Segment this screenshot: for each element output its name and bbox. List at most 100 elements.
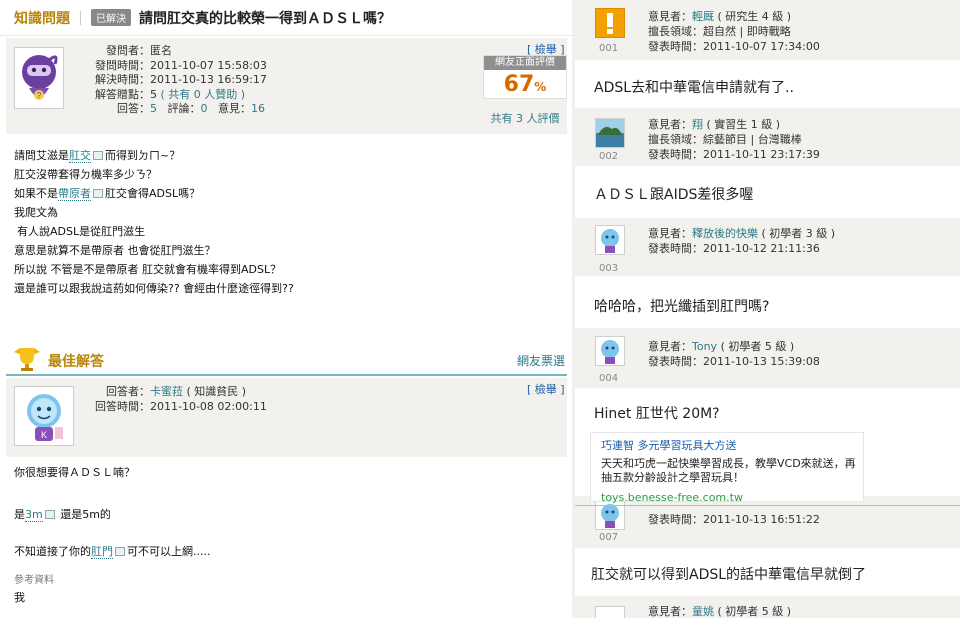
qline-3b: 肛交會得ADSL嗎？	[105, 187, 201, 200]
keyword-link-anus[interactable]: 肛門	[91, 545, 113, 559]
aline-1: 你很想要得ＡＤＳＬ喃？	[14, 466, 135, 479]
blue-character-icon	[601, 340, 619, 364]
answers-label: 回答：	[117, 102, 150, 115]
keyword-link-carrier[interactable]: 帶原者	[58, 187, 91, 201]
opinion-meta: 意見者：輕厩 ( 研究生 4 級 ) 擅長領域：超自然 | 即時戰略 發表時間：…	[648, 10, 820, 53]
page-title: 請問肛交真的比較榮一得到ＡＤＳＬ嗎？	[139, 10, 391, 27]
section-label[interactable]: 知識問題	[14, 8, 70, 28]
qline-7: 所以說 不管是不是帶原者 肛交就會有機率得到ADSL？	[14, 263, 282, 276]
opinions-label: 意見：	[218, 102, 251, 115]
opinions-count: 16	[251, 102, 265, 115]
qline-3a: 如果不是	[14, 187, 58, 200]
qline-6: 意思是就算不是帶原者 也會從肛門滋生？	[14, 244, 216, 257]
vote-link[interactable]: 網友票選	[517, 352, 565, 369]
trophy-icon	[14, 348, 40, 371]
answerer-level: ( 知識貧民 )	[186, 385, 247, 398]
answer-time-label: 回答時間：	[95, 399, 150, 413]
solved-time-value: 2011-10-13 16:59:17	[150, 73, 267, 86]
answerer-avatar: K	[14, 386, 74, 446]
ad-body: 天天和巧虎一起快樂學習成長，教學VCD來就送，再抽五款分齡設計之學習玩具！	[601, 457, 856, 484]
blue-character-icon	[601, 229, 619, 253]
asked-time-value: 2011-10-07 15:58:03	[150, 58, 267, 72]
best-answer-header: 最佳解答 網友票選	[6, 342, 567, 376]
solved-time-label: 解決時間：	[95, 73, 150, 86]
comments-count: 0	[200, 102, 208, 115]
opinion-meta: 意見者：翔 ( 實習生 1 級 ) 擅長領域：綜藝節目 | 台灣職棒 發表時間：…	[648, 118, 820, 161]
dropdown-icon[interactable]	[93, 188, 103, 198]
title-divider	[80, 10, 81, 25]
opinion-text: 肛交就可以得到ADSL的話中華電信早就倒了	[591, 567, 867, 583]
asker-value: 匿名	[150, 44, 172, 57]
opinion-avatar	[595, 225, 625, 255]
keyword-link-anal[interactable]: 肛交	[69, 149, 91, 163]
asker-label: 發問者：	[106, 44, 150, 57]
answer-meta: 回答者：卡蜜菈 ( 知識貧民 ) 回答時間：2011-10-08 02:00:1…	[90, 385, 267, 414]
opinion-avatar	[595, 118, 625, 148]
question-meta: 發問者：匿名 發問時間：2011-10-07 15:58:03 解決時間：201…	[90, 44, 267, 117]
answerer-label: 回答者：	[106, 385, 150, 398]
dropdown-icon[interactable]	[44, 509, 55, 519]
dropdown-icon[interactable]	[93, 150, 103, 160]
question-panel: 知識問題 已解決 請問肛交真的比較榮一得到ＡＤＳＬ嗎？ ? 發問者：匿名 發問時…	[0, 0, 572, 618]
opinion-text: ADSL去和中華電信申請就有了..	[594, 80, 794, 96]
opinion-user-link[interactable]: 輕厩	[692, 10, 714, 23]
opinion-index: 007	[599, 532, 619, 543]
answer-info-box: K 回答者：卡蜜菈 ( 知識貧民 ) 回答時間：2011-10-08 02:00…	[6, 378, 567, 457]
opinion-user-link[interactable]: 童姚	[692, 605, 714, 618]
qline-2: 肛交沒帶套得ㄉ機率多少ㄋ？	[14, 168, 157, 181]
qline-8: 還是誰可以跟我說這葯如何傳染?? 會經由什麼途徑得到??	[14, 282, 294, 295]
points-label: 解答贈點：	[95, 87, 150, 101]
ad-box[interactable]: 巧連智 多元學習玩具大方送 天天和巧虎一起快樂學習成長，教學VCD來就送，再抽五…	[590, 432, 864, 504]
question-title-bar: 知識問題 已解決 請問肛交真的比較榮一得到ＡＤＳＬ嗎？	[0, 0, 572, 36]
opinion-user-link[interactable]: 翔	[692, 118, 703, 131]
status-badge: 已解決	[91, 9, 131, 26]
landscape-photo-icon	[596, 119, 624, 147]
opinion-index: 001	[599, 43, 619, 54]
svg-text:K: K	[41, 430, 47, 440]
rating-count-link[interactable]: 共有 3 人評價	[483, 110, 567, 126]
opinion-user-link[interactable]: Tony	[692, 340, 717, 353]
answer-time-value: 2011-10-08 02:00:11	[150, 399, 267, 413]
opinion-text: 哈哈哈，把光纖插到肛門嗎?	[594, 299, 770, 315]
reference-value: 我	[14, 591, 25, 604]
rating-value: 67%	[503, 72, 547, 97]
opinion-user-link[interactable]: 釋放後的快樂	[692, 227, 758, 240]
qline-4: 我爬文為	[14, 206, 58, 219]
report-answer-link[interactable]: [ 檢舉 ]	[527, 381, 565, 397]
qline-1b: 而得到ㄉㄇ~？	[105, 149, 181, 162]
opinion-index: 002	[599, 151, 619, 162]
rating-box: 網友正面評價 67%	[483, 55, 567, 99]
points-value: 5	[150, 87, 157, 101]
exclamation-icon	[607, 13, 613, 34]
dropdown-icon[interactable]	[115, 546, 125, 556]
question-info-box: ? 發問者：匿名 發問時間：2011-10-07 15:58:03 解決時間：2…	[6, 38, 567, 134]
sponsor-link[interactable]: ( 共有 0 人贊助 )	[161, 88, 246, 101]
opinion-avatar	[595, 606, 625, 618]
asker-avatar: ?	[14, 47, 64, 109]
opinion-meta: 發表時間：2011-10-13 16:51:22	[648, 513, 820, 526]
ad-url[interactable]: toys.benesse-free.com.tw	[601, 491, 743, 504]
comments-label: 評論：	[167, 102, 201, 115]
best-answer-label: 最佳解答	[48, 354, 104, 370]
opinion-text: Hinet 肛世代 20M?	[594, 406, 720, 422]
opinion-index: 003	[599, 263, 619, 274]
ad-title[interactable]: 巧連智 多元學習玩具大方送	[601, 437, 737, 453]
opinion-avatar	[595, 8, 625, 38]
reference-label: 參考資料	[14, 575, 54, 586]
aline-2: 是3m 還是5m的	[14, 508, 111, 522]
svg-text:?: ?	[37, 91, 42, 100]
opinion-index: 004	[599, 373, 619, 384]
answers-count: 5	[150, 102, 157, 115]
screenshot-seam	[575, 505, 960, 506]
page: 知識問題 已解決 請問肛交真的比較榮一得到ＡＤＳＬ嗎？ ? 發問者：匿名 發問時…	[0, 0, 960, 618]
opinion-meta: 意見者：Tony ( 初學者 5 級 ) 發表時間：2011-10-13 15:…	[648, 340, 820, 368]
question-body: 請問艾滋是肛交 而得到ㄉㄇ~？ 肛交沒帶套得ㄉ機率多少ㄋ？ 如果不是帶原者 肛交會得…	[14, 146, 564, 298]
answerer-link[interactable]: 卡蜜菈	[150, 385, 183, 398]
qline-5: 有人說ADSL是從肛門滋生	[17, 225, 146, 238]
opinion-avatar	[595, 336, 625, 366]
keyword-link-3m[interactable]: 3m	[25, 508, 43, 522]
opinions-panel: 001 意見者：輕厩 ( 研究生 4 級 ) 擅長領域：超自然 | 即時戰略 發…	[575, 0, 960, 618]
purple-character-icon: ?	[22, 55, 58, 100]
qline-1a: 請問艾滋是	[14, 149, 69, 162]
opinion-text: ＡＤＳＬ跟AIDS差很多喔	[594, 187, 754, 203]
